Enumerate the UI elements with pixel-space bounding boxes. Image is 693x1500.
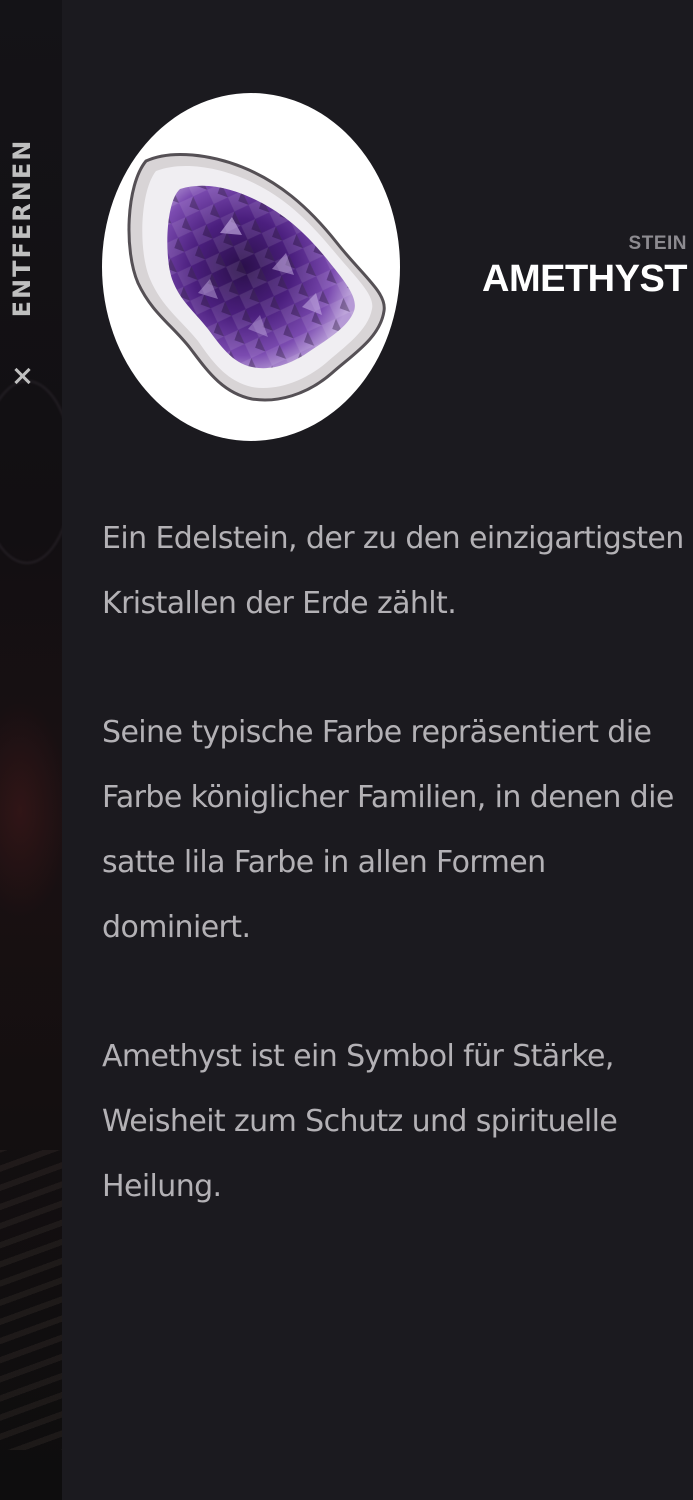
background-shape	[0, 700, 62, 920]
background-shape	[0, 1150, 62, 1450]
stone-description: Ein Edelstein, der zu den einzigartigste…	[102, 506, 687, 1283]
close-icon	[10, 363, 34, 389]
amethyst-geode-image	[102, 93, 400, 441]
description-paragraph: Amethyst ist ein Symbol für Stärke, Weis…	[102, 1039, 618, 1204]
description-paragraph: Ein Edelstein, der zu den einzigartigste…	[102, 521, 684, 621]
stone-category: STEIN	[628, 233, 687, 254]
screen: ENTFERNEN STEIN AMETHYST Ein Edelstein, …	[0, 0, 693, 1500]
description-paragraph: Seine typische Farbe repräsentiert die F…	[102, 715, 674, 945]
stone-title: AMETHYST	[482, 258, 688, 300]
background-shape	[0, 380, 62, 564]
remove-label: ENTFERNEN	[8, 138, 36, 318]
background-scene: ENTFERNEN	[0, 0, 62, 1500]
remove-button[interactable]: ENTFERNEN	[0, 60, 44, 340]
stone-detail-panel: STEIN AMETHYST Ein Edelstein, der zu den…	[62, 0, 693, 1500]
